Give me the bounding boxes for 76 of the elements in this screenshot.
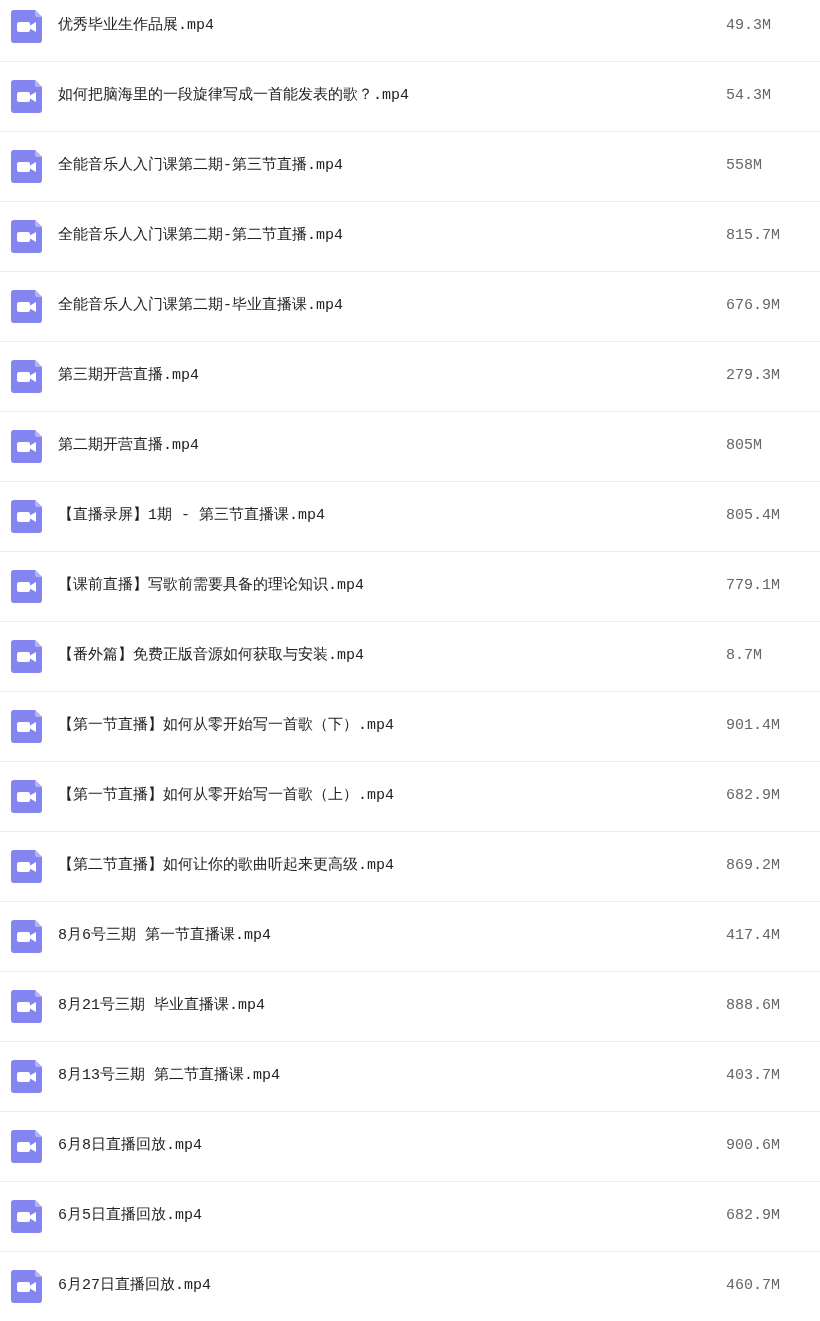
file-name: 【番外篇】免费正版音源如何获取与安装.mp4 (58, 645, 365, 667)
video-file-icon (11, 220, 42, 253)
video-file-icon (11, 430, 42, 463)
video-file-icon (11, 1060, 42, 1093)
video-file-icon (11, 990, 42, 1023)
file-row[interactable]: 【番外篇】免费正版音源如何获取与安装.mp4 8.7M (0, 622, 820, 692)
video-file-icon (11, 570, 42, 603)
file-size: 460.7M (726, 1276, 781, 1297)
video-file-icon (11, 710, 42, 743)
file-row[interactable]: 【第二节直播】如何让你的歌曲听起来更高级.mp4 869.2M (0, 832, 820, 902)
file-size: 779.1M (726, 576, 781, 597)
file-row[interactable]: 6月27日直播回放.mp4 460.7M (0, 1252, 820, 1321)
file-name: 8月6号三期 第一节直播课.mp4 (58, 925, 272, 947)
file-row[interactable]: 8月21号三期 毕业直播课.mp4 888.6M (0, 972, 820, 1042)
file-size: 869.2M (726, 856, 781, 877)
file-row[interactable]: 【课前直播】写歌前需要具备的理论知识.mp4 779.1M (0, 552, 820, 622)
file-name: 【第一节直播】如何从零开始写一首歌（下）.mp4 (58, 715, 395, 737)
file-size: 417.4M (726, 926, 781, 947)
file-size: 900.6M (726, 1136, 781, 1157)
file-size: 8.7M (726, 646, 763, 667)
video-file-icon (11, 1200, 42, 1233)
file-size: 682.9M (726, 786, 781, 807)
file-row[interactable]: 第二期开营直播.mp4 805M (0, 412, 820, 482)
video-file-icon (11, 290, 42, 323)
file-size: 676.9M (726, 296, 781, 317)
file-row[interactable]: 如何把脑海里的一段旋律写成一首能发表的歌？.mp4 54.3M (0, 62, 820, 132)
file-size: 279.3M (726, 366, 781, 387)
file-row[interactable]: 第三期开营直播.mp4 279.3M (0, 342, 820, 412)
file-name: 【直播录屏】1期 - 第三节直播课.mp4 (58, 505, 326, 527)
file-name: 6月8日直播回放.mp4 (58, 1135, 203, 1157)
file-name: 8月13号三期 第二节直播课.mp4 (58, 1065, 281, 1087)
file-name: 全能音乐人入门课第二期-第二节直播.mp4 (58, 225, 344, 247)
file-row[interactable]: 【直播录屏】1期 - 第三节直播课.mp4 805.4M (0, 482, 820, 552)
video-file-icon (11, 920, 42, 953)
file-row[interactable]: 8月6号三期 第一节直播课.mp4 417.4M (0, 902, 820, 972)
file-name: 【第二节直播】如何让你的歌曲听起来更高级.mp4 (58, 855, 395, 877)
video-file-icon (11, 640, 42, 673)
file-row[interactable]: 6月8日直播回放.mp4 900.6M (0, 1112, 820, 1182)
video-file-icon (11, 360, 42, 393)
file-name: 8月21号三期 毕业直播课.mp4 (58, 995, 266, 1017)
video-file-icon (11, 850, 42, 883)
file-name: 第二期开营直播.mp4 (58, 435, 200, 457)
file-name: 优秀毕业生作品展.mp4 (58, 15, 215, 37)
file-size: 558M (726, 156, 763, 177)
file-row[interactable]: 8月13号三期 第二节直播课.mp4 403.7M (0, 1042, 820, 1112)
file-row[interactable]: 全能音乐人入门课第二期-第二节直播.mp4 815.7M (0, 202, 820, 272)
file-name: 全能音乐人入门课第二期-第三节直播.mp4 (58, 155, 344, 177)
video-file-icon (11, 80, 42, 113)
file-row[interactable]: 全能音乐人入门课第二期-第三节直播.mp4 558M (0, 132, 820, 202)
file-size: 49.3M (726, 16, 772, 37)
file-size: 54.3M (726, 86, 772, 107)
file-size: 901.4M (726, 716, 781, 737)
video-file-icon (11, 500, 42, 533)
file-size: 888.6M (726, 996, 781, 1017)
file-size: 403.7M (726, 1066, 781, 1087)
file-size: 682.9M (726, 1206, 781, 1227)
file-name: 6月5日直播回放.mp4 (58, 1205, 203, 1227)
file-row[interactable]: 【第一节直播】如何从零开始写一首歌（下）.mp4 901.4M (0, 692, 820, 762)
file-name: 【课前直播】写歌前需要具备的理论知识.mp4 (58, 575, 365, 597)
video-file-icon (11, 1270, 42, 1303)
file-name: 全能音乐人入门课第二期-毕业直播课.mp4 (58, 295, 344, 317)
file-row[interactable]: 【第一节直播】如何从零开始写一首歌（上）.mp4 682.9M (0, 762, 820, 832)
file-size: 805.4M (726, 506, 781, 527)
file-row[interactable]: 6月5日直播回放.mp4 682.9M (0, 1182, 820, 1252)
file-name: 第三期开营直播.mp4 (58, 365, 200, 387)
video-file-icon (11, 10, 42, 43)
file-row[interactable]: 全能音乐人入门课第二期-毕业直播课.mp4 676.9M (0, 272, 820, 342)
video-file-icon (11, 1130, 42, 1163)
file-name: 【第一节直播】如何从零开始写一首歌（上）.mp4 (58, 785, 395, 807)
video-file-icon (11, 780, 42, 813)
file-size: 815.7M (726, 226, 781, 247)
file-size: 805M (726, 436, 763, 457)
file-name: 6月27日直播回放.mp4 (58, 1275, 212, 1297)
file-row[interactable]: 优秀毕业生作品展.mp4 49.3M (0, 0, 820, 62)
file-name: 如何把脑海里的一段旋律写成一首能发表的歌？.mp4 (58, 85, 410, 107)
video-file-icon (11, 150, 42, 183)
